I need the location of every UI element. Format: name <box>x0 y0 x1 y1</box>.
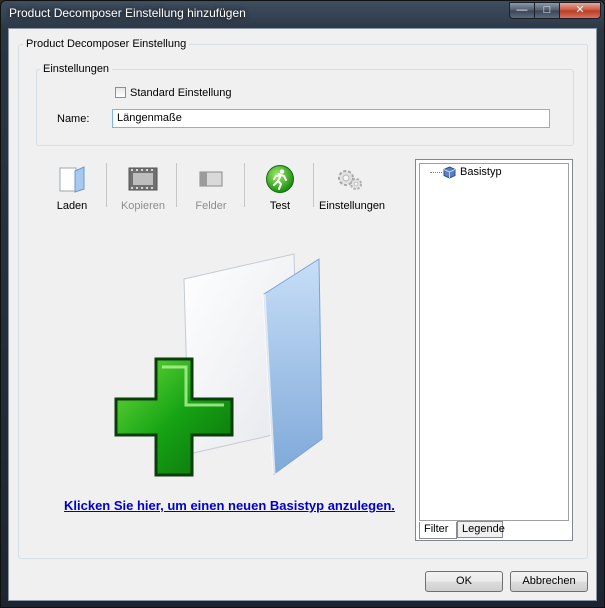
felder-label: Felder <box>195 200 227 212</box>
tree-line <box>430 172 442 173</box>
tree-item-basistyp[interactable]: Basistyp <box>460 166 502 178</box>
gears-icon <box>338 170 362 190</box>
run-icon <box>266 165 294 193</box>
toolbar-separator <box>176 163 177 207</box>
toolbar-separator <box>106 163 107 207</box>
window-title: Product Decomposer Einstellung hinzufüge… <box>9 6 246 20</box>
laden-button[interactable]: Laden <box>49 163 95 218</box>
dialog-client: Product Decomposer Einstellung Einstellu… <box>8 28 597 601</box>
close-button[interactable]: ✕ <box>559 2 601 19</box>
title-bar[interactable]: Product Decomposer Einstellung hinzufüge… <box>1 1 604 27</box>
maximize-button[interactable]: □ <box>534 2 560 19</box>
cancel-button[interactable]: Abbrechen <box>510 571 588 592</box>
fields-icon <box>199 171 223 187</box>
tab-filter[interactable]: Filter <box>419 522 457 539</box>
test-label: Test <box>269 200 291 212</box>
film-icon <box>128 167 158 191</box>
felder-button[interactable]: Felder <box>185 163 237 218</box>
kopieren-button[interactable]: Kopieren <box>115 163 171 218</box>
toolbar-separator <box>313 163 314 207</box>
test-button[interactable]: Test <box>254 163 306 218</box>
new-basistyp-link[interactable]: Klicken Sie hier, um einen neuen Basisty… <box>64 498 395 513</box>
einstellungen-label: Einstellungen <box>319 200 386 212</box>
laden-label: Laden <box>56 200 88 212</box>
standard-checkbox-label: Standard Einstellung <box>130 87 232 99</box>
decomposer-group-legend: Product Decomposer Einstellung <box>23 38 190 50</box>
basistyp-tree[interactable]: Basistyp <box>419 163 569 521</box>
name-input[interactable]: Längenmaße <box>112 109 550 128</box>
new-basistyp-illustration[interactable] <box>104 249 324 479</box>
cube-icon <box>443 166 456 179</box>
ok-button[interactable]: OK <box>425 571 503 592</box>
settings-group-legend: Einstellungen <box>40 63 113 75</box>
tab-legende[interactable]: Legende <box>457 521 505 538</box>
settings-group <box>36 69 574 146</box>
name-label: Name: <box>57 113 90 125</box>
folder-icon <box>59 166 85 193</box>
dialog-window: Product Decomposer Einstellung hinzufüge… <box>0 0 605 608</box>
einstellungen-button[interactable]: Einstellungen <box>319 163 386 218</box>
minimize-button[interactable]: — <box>509 2 535 19</box>
kopieren-label: Kopieren <box>120 200 166 212</box>
toolbar-separator <box>244 163 245 207</box>
standard-checkbox[interactable] <box>115 87 126 98</box>
tree-panel-frame: Basistyp Filter Legende <box>415 159 573 541</box>
